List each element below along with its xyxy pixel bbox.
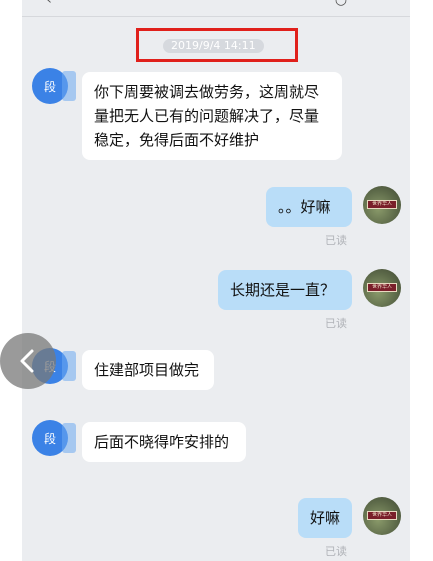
avatar-sign-image: 世界华人 xyxy=(367,200,397,209)
avatar-sign-text: 世界华人 xyxy=(371,512,392,518)
avatar-sign-image: 世界华人 xyxy=(367,283,397,292)
read-receipt: 已读 xyxy=(325,234,347,247)
message-bubble-incoming[interactable]: 后面不晓得咋安排的 xyxy=(82,422,246,462)
chevron-left-icon xyxy=(20,349,34,373)
avatar-sign-text: 世界华人 xyxy=(371,201,392,207)
message-bubble-outgoing[interactable]: 长期还是一直？ xyxy=(218,270,352,310)
read-receipt: 已读 xyxy=(325,545,347,558)
self-avatar[interactable]: 世界华人 xyxy=(363,497,401,535)
avatar-sign-text: 世界华人 xyxy=(371,284,392,290)
message-text: 好嘛 xyxy=(310,509,341,527)
message-text: 。。好嘛 xyxy=(278,198,331,216)
more-icon[interactable]: ○ xyxy=(332,0,350,9)
message-text: 你下周要被调去做劳务，这周就尽量把无人已有的问题解决了，尽量稳定，免得后面不好维… xyxy=(94,83,320,149)
contact-avatar[interactable]: 段 xyxy=(32,68,76,104)
self-avatar[interactable]: 世界华人 xyxy=(363,186,401,224)
read-receipt: 已读 xyxy=(325,317,347,330)
message-timestamp: 2019/9/4 14:11 xyxy=(163,39,264,53)
contact-avatar[interactable]: 段 xyxy=(32,420,76,456)
avatar-sign-image: 世界华人 xyxy=(367,511,397,520)
timestamp-highlight-box: 2019/9/4 14:11 xyxy=(136,28,298,62)
back-arrow-icon[interactable]: ‹ xyxy=(40,0,58,9)
message-bubble-outgoing[interactable]: 。。好嘛 xyxy=(266,187,352,227)
self-avatar[interactable]: 世界华人 xyxy=(363,269,401,307)
floating-back-button[interactable] xyxy=(0,333,56,389)
message-text: 长期还是一直？ xyxy=(230,281,336,299)
message-bubble-incoming[interactable]: 住建部项目做完 xyxy=(82,350,214,390)
chat-panel: ‹ ○ 2019/9/4 14:11 段 你下周要被调去做劳务，这周就尽量把无人… xyxy=(22,0,410,561)
contact-avatar-text: 段 xyxy=(43,431,56,446)
message-bubble-outgoing[interactable]: 好嘛 xyxy=(298,498,352,538)
message-text: 后面不晓得咋安排的 xyxy=(94,433,230,451)
contact-avatar-text: 段 xyxy=(43,79,56,94)
message-bubble-incoming[interactable]: 你下周要被调去做劳务，这周就尽量把无人已有的问题解决了，尽量稳定，免得后面不好维… xyxy=(82,72,342,160)
message-text: 住建部项目做完 xyxy=(94,361,200,379)
top-bar: ‹ ○ xyxy=(22,0,410,17)
